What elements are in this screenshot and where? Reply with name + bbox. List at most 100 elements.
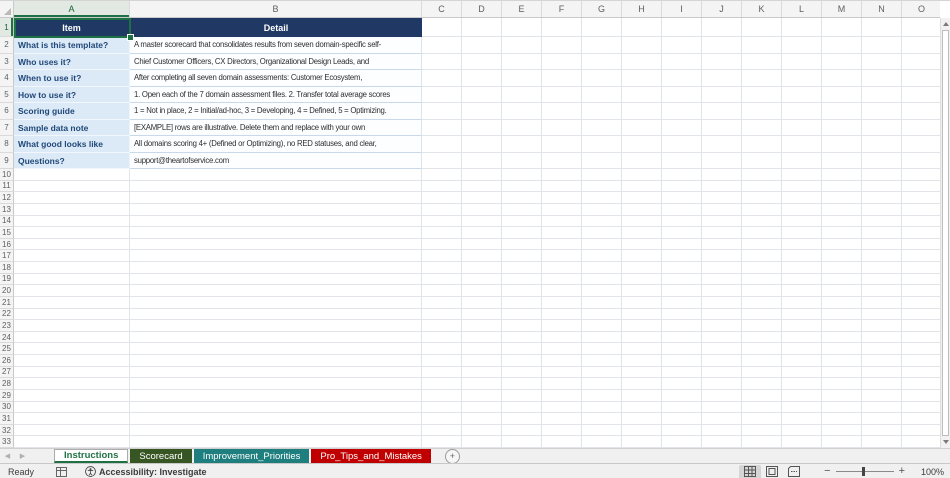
- row-header-16[interactable]: 16: [0, 238, 14, 251]
- column-header-C[interactable]: C: [422, 1, 462, 17]
- empty-cells[interactable]: [422, 103, 940, 120]
- empty-cells[interactable]: [422, 366, 940, 379]
- cell-A32[interactable]: [14, 424, 130, 437]
- cell-B13[interactable]: [130, 203, 422, 216]
- cell-A3[interactable]: Who uses it?: [14, 53, 130, 70]
- cell-A24[interactable]: [14, 331, 130, 344]
- cell-A10[interactable]: [14, 169, 130, 181]
- empty-cells[interactable]: [422, 378, 940, 390]
- cell-A6[interactable]: Scoring guide: [14, 103, 130, 120]
- cell-A15[interactable]: [14, 227, 130, 239]
- empty-cells[interactable]: [422, 343, 940, 355]
- add-sheet-button[interactable]: +: [444, 448, 460, 464]
- row-header-12[interactable]: 12: [0, 192, 14, 204]
- row-header-14[interactable]: 14: [0, 215, 14, 228]
- empty-cells[interactable]: [422, 215, 940, 228]
- row-header-13[interactable]: 13: [0, 203, 14, 216]
- select-all-corner[interactable]: [0, 1, 14, 17]
- cell-A13[interactable]: [14, 203, 130, 216]
- row-header-33[interactable]: 33: [0, 436, 14, 448]
- column-header-A[interactable]: A: [14, 1, 130, 17]
- cell-A23[interactable]: [14, 320, 130, 332]
- tab-scorecard[interactable]: Scorecard: [130, 449, 192, 463]
- column-header-M[interactable]: M: [822, 1, 862, 17]
- empty-cells[interactable]: [422, 413, 940, 425]
- empty-cells[interactable]: [422, 308, 940, 321]
- cell-B28[interactable]: [130, 378, 422, 390]
- cell-A31[interactable]: [14, 413, 130, 425]
- cell-A1[interactable]: Item: [14, 18, 130, 37]
- cell-A16[interactable]: [14, 238, 130, 251]
- zoom-slider[interactable]: [835, 467, 894, 476]
- empty-cells[interactable]: [422, 355, 940, 367]
- cell-A12[interactable]: [14, 192, 130, 204]
- zoom-slider-thumb[interactable]: [861, 467, 865, 476]
- tab-pro_tips_and_mistakes[interactable]: Pro_Tips_and_Mistakes: [311, 449, 431, 463]
- cell-A5[interactable]: How to use it?: [14, 86, 130, 103]
- column-header-L[interactable]: L: [782, 1, 822, 17]
- cell-A27[interactable]: [14, 366, 130, 379]
- cell-B15[interactable]: [130, 227, 422, 239]
- empty-cells[interactable]: [422, 424, 940, 437]
- row-header-9[interactable]: 9: [0, 152, 14, 169]
- cell-A18[interactable]: [14, 262, 130, 274]
- cell-B31[interactable]: [130, 413, 422, 425]
- cell-A4[interactable]: When to use it?: [14, 70, 130, 87]
- cell-B26[interactable]: [130, 355, 422, 367]
- row-header-24[interactable]: 24: [0, 331, 14, 344]
- row-header-29[interactable]: 29: [0, 389, 14, 402]
- empty-cells[interactable]: [422, 203, 940, 216]
- empty-cells[interactable]: [422, 18, 940, 37]
- column-header-K[interactable]: K: [742, 1, 782, 17]
- row-header-2[interactable]: 2: [0, 37, 14, 54]
- column-header-O[interactable]: O: [902, 1, 940, 17]
- column-header-F[interactable]: F: [542, 1, 582, 17]
- cell-A7[interactable]: Sample data note: [14, 119, 130, 136]
- zoom-level-label[interactable]: 100%: [910, 467, 944, 477]
- cell-A14[interactable]: [14, 215, 130, 228]
- cell-A8[interactable]: What good looks like: [14, 136, 130, 153]
- column-header-J[interactable]: J: [702, 1, 742, 17]
- cell-B5[interactable]: 1. Open each of the 7 domain assessment …: [130, 86, 422, 103]
- cell-A20[interactable]: [14, 285, 130, 297]
- empty-cells[interactable]: [422, 70, 940, 87]
- row-header-3[interactable]: 3: [0, 53, 14, 70]
- empty-cells[interactable]: [422, 86, 940, 103]
- cell-A26[interactable]: [14, 355, 130, 367]
- tab-improvement_priorities[interactable]: Improvement_Priorities: [193, 449, 310, 463]
- cell-B29[interactable]: [130, 389, 422, 402]
- row-header-26[interactable]: 26: [0, 355, 14, 367]
- cell-B4[interactable]: After completing all seven domain assess…: [130, 70, 422, 87]
- cell-A29[interactable]: [14, 389, 130, 402]
- scroll-up-button[interactable]: [941, 18, 950, 30]
- vertical-scrollbar[interactable]: [940, 18, 950, 448]
- row-header-17[interactable]: 17: [0, 250, 14, 262]
- accessibility-status[interactable]: Accessibility: Investigate: [85, 466, 207, 477]
- macro-record-icon[interactable]: [56, 466, 68, 477]
- cell-A2[interactable]: What is this template?: [14, 37, 130, 54]
- tab-instructions[interactable]: Instructions: [54, 449, 129, 463]
- cell-B32[interactable]: [130, 424, 422, 437]
- cell-B12[interactable]: [130, 192, 422, 204]
- cell-B11[interactable]: [130, 180, 422, 193]
- row-header-4[interactable]: 4: [0, 70, 14, 87]
- empty-cells[interactable]: [422, 296, 940, 309]
- cell-B19[interactable]: [130, 273, 422, 286]
- cell-B24[interactable]: [130, 331, 422, 344]
- zoom-out-button[interactable]: −: [819, 466, 835, 477]
- column-header-G[interactable]: G: [582, 1, 622, 17]
- row-header-11[interactable]: 11: [0, 180, 14, 193]
- row-header-28[interactable]: 28: [0, 378, 14, 390]
- cell-B22[interactable]: [130, 308, 422, 321]
- empty-cells[interactable]: [422, 250, 940, 262]
- sheet-nav-next-button[interactable]: ▶: [15, 449, 30, 463]
- column-header-H[interactable]: H: [622, 1, 662, 17]
- row-header-6[interactable]: 6: [0, 103, 14, 120]
- row-header-20[interactable]: 20: [0, 285, 14, 297]
- row-header-23[interactable]: 23: [0, 320, 14, 332]
- cell-A21[interactable]: [14, 296, 130, 309]
- row-header-10[interactable]: 10: [0, 169, 14, 181]
- empty-cells[interactable]: [422, 401, 940, 414]
- row-header-21[interactable]: 21: [0, 296, 14, 309]
- empty-cells[interactable]: [422, 331, 940, 344]
